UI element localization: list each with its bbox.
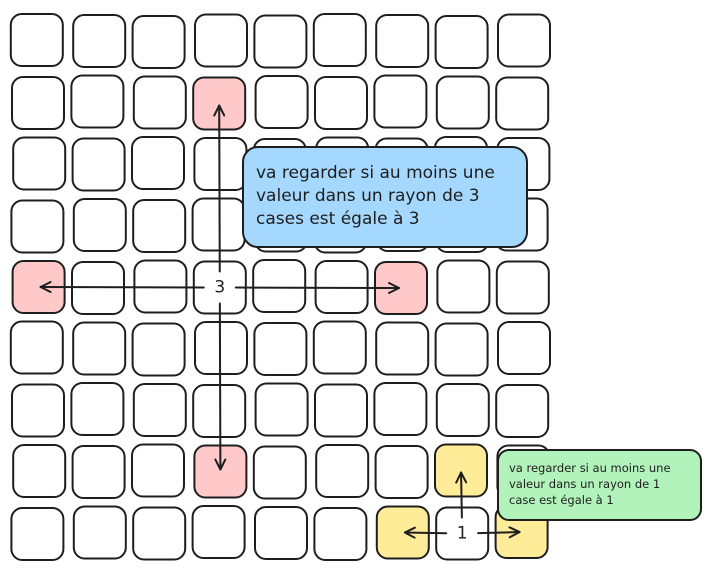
grid-cell-r0-c6: [375, 14, 430, 68]
grid-cell-r0-c2: [131, 15, 186, 69]
grid-cell-r4-c8: [495, 260, 550, 315]
grid-cell-r0-c5: [312, 13, 367, 67]
grid-cell-r8-c4: [254, 506, 308, 560]
radius-arrow-0: [213, 104, 226, 273]
grid-cell-r5-c0: [9, 320, 64, 375]
grid-cell-r1-c5: [314, 76, 368, 130]
grid-cell-r5-c7: [434, 322, 489, 377]
grid-cell-r7-c1: [71, 445, 126, 499]
grid-cell-r6-c5: [314, 383, 368, 438]
grid-cell-r7-c0: [12, 444, 67, 498]
grid-cell-r1-c6: [373, 74, 428, 129]
grid-cell-r0-c4: [253, 14, 308, 69]
grid-cell-r5-c8: [497, 321, 551, 375]
radius-arrow-1: [214, 302, 227, 471]
radius-arrow-5: [403, 526, 448, 539]
grid-cell-r3-c2: [132, 199, 187, 253]
callout-radius-3: va regarder si au moins une valeur dans …: [242, 146, 528, 248]
cell-value-label: 1: [457, 524, 468, 544]
grid-cell-r1-c1: [70, 74, 125, 129]
grid-cell-r7-c4: [252, 445, 307, 500]
grid-cell-r8-c2: [132, 506, 187, 561]
grid-cell-r0-c0: [9, 13, 64, 67]
grid-cell-r1-c2: [132, 75, 187, 130]
grid-cell-r3-c0: [10, 199, 65, 254]
grid-cell-r0-c8: [497, 13, 551, 68]
grid-cell-r4-c4: [252, 259, 307, 313]
cell-value-label: 3: [214, 278, 225, 298]
callout-radius-1: va regarder si au moins une valeur dans …: [497, 449, 702, 521]
grid-cell-r5-c4: [253, 322, 308, 376]
grid-cell-r6-c8: [495, 384, 550, 438]
grid-cell-r1-c4: [254, 75, 309, 129]
grid-cell-r4-c7: [436, 259, 491, 314]
grid-cell-r6-c6: [373, 382, 428, 436]
grid-cell-r1-c7: [435, 75, 490, 130]
grid-cell-r5-c5: [312, 320, 367, 375]
grid-cell-r1-c8: [495, 76, 550, 131]
grid-cell-r7-c6: [374, 445, 429, 499]
grid-cell-r6-c1: [70, 382, 125, 436]
radius-arrow-4: [455, 471, 468, 519]
grid-cell-r8-c3: [191, 505, 246, 559]
grid-cell-r5-c2: [131, 322, 186, 377]
grid-cell-r0-c3: [194, 13, 248, 68]
grid-cell-r2-c0: [12, 136, 67, 191]
grid-cell-r5-c1: [72, 321, 127, 376]
grid-cell-r7-c5: [315, 444, 370, 498]
grid-cell-r8-c1: [72, 505, 127, 560]
grid-cell-r7-c2: [131, 443, 185, 498]
grid-cell-r8-c0: [10, 507, 65, 561]
grid-cell-r2-c1: [71, 137, 126, 192]
grid-cell-r3-c1: [72, 198, 127, 252]
grid-cell-r1-c0: [11, 76, 65, 130]
grid-cell-r2-c2: [131, 136, 185, 190]
grid-cell-r6-c7: [435, 383, 490, 437]
grid-cell-r0-c7: [434, 15, 489, 69]
radius-arrow-6: [477, 526, 521, 539]
grid-cell-r8-c5: [313, 507, 368, 561]
grid-cell-r6-c0: [11, 383, 65, 438]
grid-cell-r0-c1: [72, 14, 127, 68]
grid-cell-r6-c2: [132, 383, 187, 437]
grid-cell-r5-c6: [375, 321, 430, 376]
grid-cell-r6-c4: [254, 382, 309, 437]
